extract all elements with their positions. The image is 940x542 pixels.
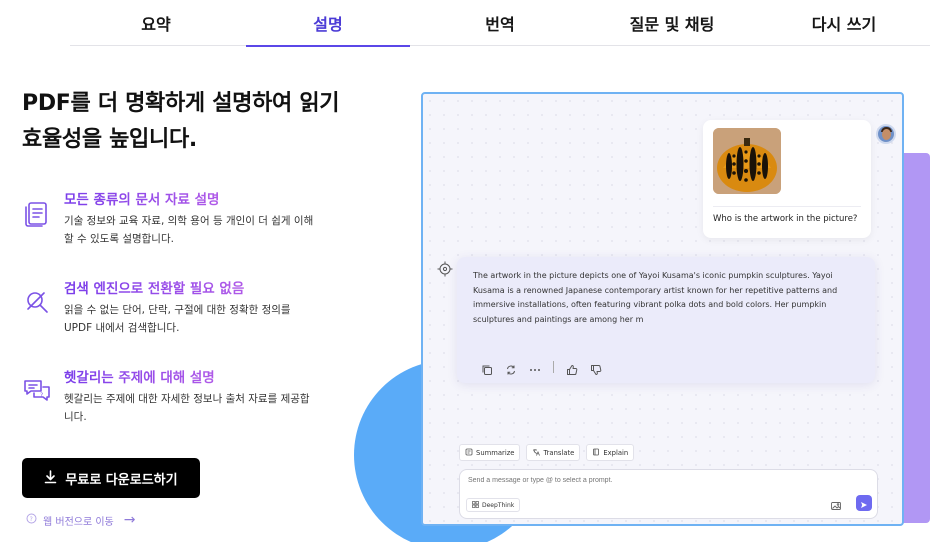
message-input[interactable] xyxy=(468,477,768,484)
svg-text:?: ? xyxy=(30,516,33,523)
send-icon xyxy=(860,494,868,513)
translate-chip[interactable]: Translate xyxy=(526,444,581,461)
feature-title: 헷갈리는 주제에 대해 설명 xyxy=(64,366,215,386)
regenerate-icon[interactable] xyxy=(505,361,517,375)
message-input-box: DeepThink xyxy=(459,469,878,519)
svg-text:?: ? xyxy=(40,392,43,399)
user-question: Who is the artwork in the picture? xyxy=(713,214,858,224)
deepthink-button[interactable]: DeepThink xyxy=(466,498,521,512)
document-list-icon xyxy=(22,198,52,228)
deepthink-icon xyxy=(472,500,479,510)
thumbs-down-icon[interactable] xyxy=(590,361,602,375)
pumpkin-artwork-image xyxy=(713,128,781,194)
page: 요약 설명 번역 질문 및 채팅 다시 쓰기 PDF를 더 명확하게 설명하여 … xyxy=(0,0,940,542)
arrow-right-icon: → xyxy=(123,512,136,528)
feature-title: 모든 종류의 문서 자료 설명 xyxy=(64,188,219,208)
translate-chip-label: Translate xyxy=(543,448,575,457)
question-circle-icon: ? xyxy=(26,513,37,527)
download-button-label: 무료로 다운로드하기 xyxy=(65,472,178,488)
download-button[interactable]: 무료로 다운로드하기 xyxy=(22,458,200,498)
tab-explain-label: 설명 xyxy=(313,15,343,34)
book-icon xyxy=(592,448,600,458)
explain-chip-label: Explain xyxy=(603,448,629,457)
chat-question-icon: ? xyxy=(22,376,52,406)
chat-demo-panel: Who is the artwork in the picture? The a… xyxy=(421,92,904,526)
tab-chat-label: 질문 및 채팅 xyxy=(629,15,715,34)
tab-chat[interactable]: 질문 및 채팅 xyxy=(586,0,758,46)
summarize-chip[interactable]: Summarize xyxy=(459,444,521,461)
summarize-icon xyxy=(465,448,473,458)
thumbs-up-icon[interactable] xyxy=(566,361,578,375)
tab-rewrite[interactable]: 다시 쓰기 xyxy=(758,0,930,46)
feature-item: 모든 종류의 문서 자료 설명 기술 정보와 교육 자료, 의학 용어 등 개인… xyxy=(22,188,322,248)
feature-description: 읽을 수 없는 단어, 단락, 구절에 대한 정확한 정의를 UPDF 내에서 … xyxy=(64,304,291,334)
image-upload-icon[interactable] xyxy=(830,497,842,510)
card-divider xyxy=(713,206,861,207)
summarize-chip-label: Summarize xyxy=(476,448,515,457)
tab-summary[interactable]: 요약 xyxy=(70,0,242,46)
download-icon xyxy=(44,469,57,488)
page-headline: PDF를 더 명확하게 설명하여 읽기 효율성을 높입니다. xyxy=(22,91,340,152)
user-avatar xyxy=(876,124,896,144)
feature-item: 검색 엔진으로 전환할 필요 없음 읽을 수 없는 단어, 단락, 구절에 대한… xyxy=(22,277,322,337)
ai-reply-card: The artwork in the picture depicts one o… xyxy=(457,257,875,383)
tab-summary-label: 요약 xyxy=(141,15,171,34)
feature-description: 헷갈리는 주제에 대한 자세한 정보나 출처 자료를 제공합니다. xyxy=(64,393,310,423)
explain-chip[interactable]: Explain xyxy=(586,444,635,461)
feature-tabs: 요약 설명 번역 질문 및 채팅 다시 쓰기 xyxy=(70,0,930,47)
feature-title: 검색 엔진으로 전환할 필요 없음 xyxy=(64,277,244,297)
tab-rewrite-label: 다시 쓰기 xyxy=(811,15,877,34)
ai-reply-text: The artwork in the picture depicts one o… xyxy=(473,271,838,324)
copy-icon[interactable] xyxy=(481,361,493,375)
web-version-link[interactable]: ? 웹 버전으로 이동 → xyxy=(26,512,136,528)
reply-actions xyxy=(481,361,602,375)
feature-item: ? 헷갈리는 주제에 대해 설명 헷갈리는 주제에 대한 자세한 정보나 출처 … xyxy=(22,366,322,426)
feature-description: 기술 정보와 교육 자료, 의학 용어 등 개인이 더 쉽게 이해할 수 있도록… xyxy=(64,215,314,245)
more-icon[interactable] xyxy=(529,361,541,373)
deepthink-label: DeepThink xyxy=(482,501,515,509)
tab-explain[interactable]: 설명 xyxy=(242,0,414,47)
crosshair-icon xyxy=(437,261,453,277)
prompt-chips: Summarize Translate Explain xyxy=(459,444,635,461)
tab-translate[interactable]: 번역 xyxy=(414,0,586,46)
actions-separator xyxy=(553,361,554,373)
translate-icon xyxy=(532,448,541,458)
user-message-card: Who is the artwork in the picture? xyxy=(703,120,871,238)
send-button[interactable] xyxy=(856,495,872,511)
no-search-icon xyxy=(22,287,52,317)
web-version-label: 웹 버전으로 이동 xyxy=(43,516,114,528)
tab-translate-label: 번역 xyxy=(485,15,515,34)
